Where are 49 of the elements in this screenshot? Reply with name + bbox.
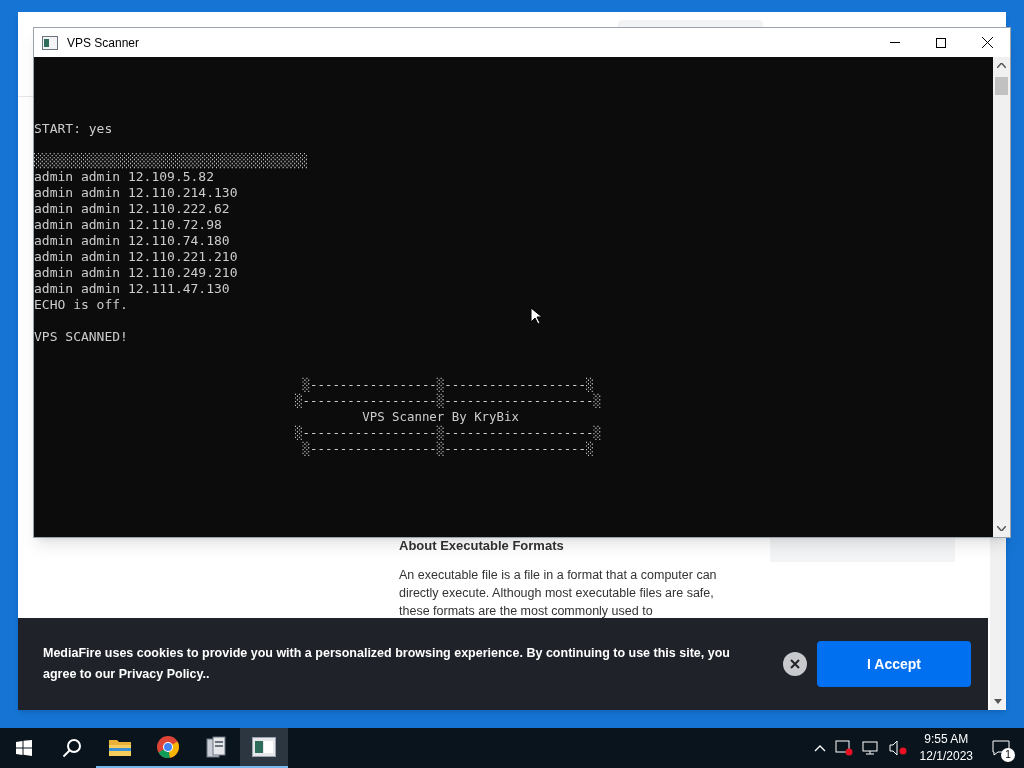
scroll-down-icon (994, 699, 1002, 704)
banner-line: ░------------------░--------------------░ (294, 425, 601, 441)
console-line: admin admin 12.110.74.180 (34, 233, 230, 249)
paragraph: An executable file is a file in a format that a computer can directly execute. Although most executable files are safe, these formats are the most commonly used to (399, 566, 718, 620)
scroll-down-icon (997, 526, 1006, 531)
console-window-icon (42, 35, 58, 50)
console-line: admin admin 12.110.72.98 (34, 217, 222, 233)
console-line: admin admin 12.110.222.62 (34, 201, 230, 217)
notification-count: 1 (1001, 748, 1015, 762)
scroll-thumb[interactable] (995, 77, 1008, 95)
monitor-alert-icon (834, 740, 853, 756)
close-icon (981, 37, 993, 48)
console-window-icon (252, 737, 276, 757)
clock-time: 9:55 AM (924, 731, 969, 748)
close-button[interactable] (783, 652, 807, 676)
console-line: admin admin 12.111.47.130 (34, 281, 230, 297)
section-heading: About Executable Formats (399, 537, 565, 555)
notifications-button[interactable]: 1 (986, 728, 1016, 768)
console-line: admin admin 12.110.249.210 (34, 265, 238, 281)
windows-logo-icon (16, 740, 32, 756)
console-line: admin admin 12.110.221.210 (34, 249, 238, 265)
browser-logo-icon (156, 735, 180, 759)
accept-button[interactable]: I Accept (817, 641, 971, 687)
clock-date: 12/1/2023 (919, 748, 973, 765)
banner-line: VPS Scanner By KryBix (361, 409, 519, 425)
console-line: ░░░░░░░░░░░░░░░░░░░░░░░░░░░░░░░░░░░ (34, 153, 308, 169)
documents-icon (205, 735, 227, 759)
network-icon (861, 740, 880, 756)
cookie-message: MediaFire uses cookies to provide you with a personalized browsing experience. By continuing to use this site, you agree to our Privacy Policy.. (43, 645, 731, 683)
console-line: START: yes (34, 121, 113, 137)
console-line: ECHO is off. (34, 297, 128, 313)
console-line: VPS SCANNED! (34, 329, 128, 345)
mouse-pointer-icon (530, 307, 542, 325)
search-icon (62, 738, 82, 758)
console-line: admin admin 12.110.214.130 (34, 185, 238, 201)
banner-line: ░-----------------░-------------------░ (301, 441, 594, 457)
close-icon (790, 659, 800, 669)
banner-line: ░-----------------░-------------------░ (301, 377, 594, 393)
folder-icon (108, 737, 132, 757)
scroll-up-icon (997, 63, 1006, 68)
maximize-icon (936, 37, 946, 48)
speaker-muted-icon (888, 740, 907, 756)
banner-line: ░------------------░--------------------░ (294, 393, 601, 409)
console-line: admin admin 12.109.5.82 (34, 169, 214, 185)
message-icon (992, 740, 1010, 756)
window-title: VPS Scanner (67, 34, 140, 52)
chevron-up-icon (813, 744, 826, 752)
taskbar-app-button[interactable] (240, 728, 288, 768)
minimize-icon (890, 42, 900, 43)
